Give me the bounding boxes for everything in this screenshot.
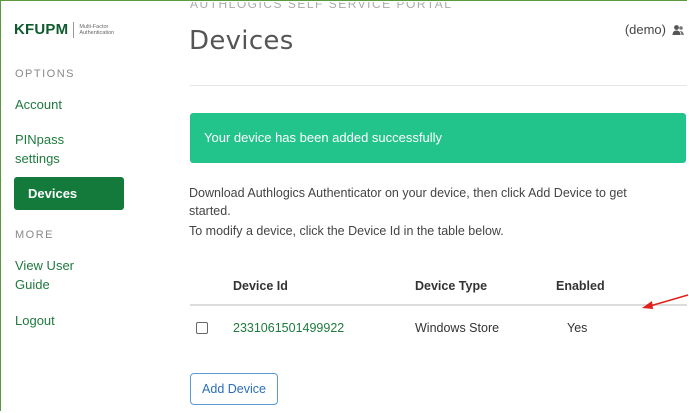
add-device-button[interactable]: Add Device <box>190 373 278 405</box>
user-name: (demo) <box>624 22 666 37</box>
column-header-device-id: Device Id <box>233 279 288 293</box>
sidebar-item-account[interactable]: Account <box>15 95 62 114</box>
red-arrow-icon <box>642 294 689 309</box>
logo-divider <box>73 21 75 38</box>
header-divider <box>190 85 687 86</box>
options-section-label: OPTIONS <box>15 68 76 80</box>
logo-text: KFUPM <box>14 21 69 38</box>
sidebar-item-logout[interactable]: Logout <box>15 311 55 330</box>
instructions-line2: started. <box>189 204 231 218</box>
device-type-cell: Windows Store <box>415 321 500 335</box>
sidebar-item-label: settings <box>15 151 60 166</box>
column-header-device-type: Device Type <box>415 279 488 293</box>
logo-subtitle-line2: Authentication <box>79 29 115 36</box>
enabled-cell: Yes <box>567 321 588 335</box>
table-header-divider <box>190 304 687 306</box>
portal-title: AUTHLOGICS SELF SERVICE PORTAL <box>190 2 453 11</box>
page-title: Devices <box>189 26 294 56</box>
more-section-label: MORE <box>15 229 54 241</box>
sidebar-item-label: PINpass <box>15 132 65 147</box>
sidebar-item-label: Guide <box>15 277 50 292</box>
sidebar-item-view-user-guide[interactable]: View User Guide <box>15 256 74 294</box>
instructions-line3: To modify a device, click the Device Id … <box>189 224 504 238</box>
success-alert: Your device has been added successfully <box>190 113 686 163</box>
device-id-link[interactable]: 2331061501499922 <box>233 321 344 335</box>
sidebar-item-devices[interactable]: Devices <box>14 177 124 210</box>
sidebar-item-label: View User <box>15 258 75 273</box>
instructions-line1: Download Authlogics Authenticator on you… <box>189 186 627 200</box>
column-header-enabled: Enabled <box>556 279 605 293</box>
row-select-checkbox[interactable] <box>196 322 208 334</box>
sidebar-item-pinpass-settings[interactable]: PINpass settings <box>15 130 64 168</box>
logo: KFUPM Multi-Factor Authentication <box>14 21 114 38</box>
users-icon <box>672 24 684 35</box>
logo-subtitle: Multi-Factor Authentication <box>79 24 114 36</box>
user-menu[interactable]: (demo) <box>625 22 684 37</box>
